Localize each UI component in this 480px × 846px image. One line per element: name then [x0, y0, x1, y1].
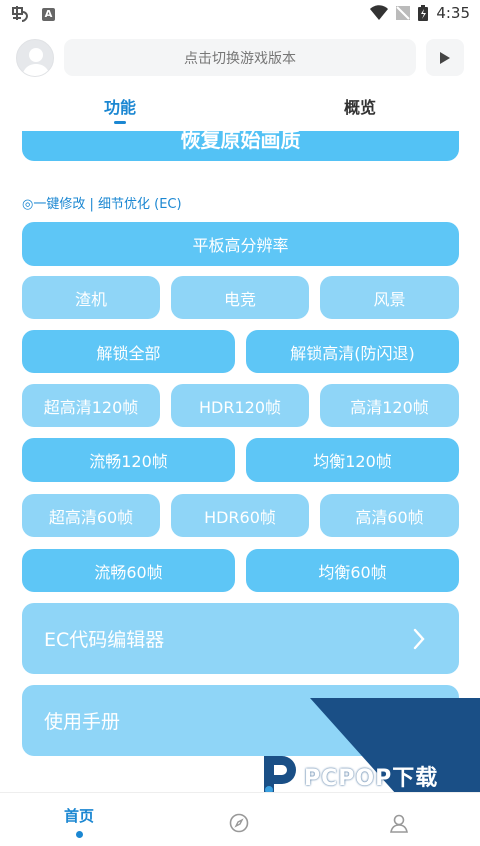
esports-button[interactable]: 电竞	[171, 276, 309, 319]
status-bar: A 4:35	[0, 0, 480, 28]
status-time: 4:35	[436, 4, 470, 22]
nav-home[interactable]: 首页	[64, 805, 94, 826]
main-content[interactable]: 恢复原始画质 ◎一键修改 | 细节优化 (EC) 平板高分辨率 渣机 电竞 风景…	[0, 131, 480, 791]
battery-charging-icon	[418, 5, 429, 21]
status-left: A	[10, 4, 55, 24]
balanced60-button[interactable]: 均衡60帧	[246, 549, 459, 592]
user-avatar-icon	[22, 48, 50, 76]
scum-button[interactable]: 渣机	[22, 276, 160, 319]
unlock-all-button[interactable]: 解锁全部	[22, 330, 235, 373]
hd120-button[interactable]: 高清120帧	[320, 384, 459, 427]
smooth120-button[interactable]: 流畅120帧	[22, 438, 235, 482]
wifi-icon	[370, 5, 389, 20]
ec-editor-card[interactable]: EC代码编辑器	[22, 603, 459, 674]
chevron-right-icon	[413, 628, 425, 649]
tab-function[interactable]: 功能	[104, 94, 136, 118]
tab-indicator	[114, 121, 126, 124]
version-switch-label: 点击切换游戏版本	[184, 50, 296, 67]
uhd120-button[interactable]: 超高清120帧	[22, 384, 160, 427]
play-button[interactable]	[426, 39, 464, 76]
nav-home-indicator	[76, 831, 83, 838]
tablet-hires-button[interactable]: 平板高分辨率	[22, 222, 459, 266]
smooth60-button[interactable]: 流畅60帧	[22, 549, 235, 592]
avatar[interactable]	[16, 39, 54, 77]
ec-editor-label: EC代码编辑器	[44, 629, 165, 651]
no-signal-icon	[396, 6, 411, 20]
scenery-button[interactable]: 风景	[320, 276, 459, 319]
compass-icon[interactable]	[229, 813, 249, 833]
app-notification-icon	[10, 4, 30, 24]
section-title: ◎一键修改 | 细节优化 (EC)	[22, 197, 182, 212]
uhd60-button[interactable]: 超高清60帧	[22, 494, 160, 537]
restore-quality-button[interactable]: 恢复原始画质	[22, 131, 459, 161]
hdr60-button[interactable]: HDR60帧	[171, 494, 309, 537]
status-right: 4:35	[370, 4, 470, 22]
a-notification-icon: A	[42, 7, 55, 21]
unlock-hd-button[interactable]: 解锁高清(防闪退)	[246, 330, 459, 373]
bottom-nav: 首页	[0, 792, 480, 846]
tab-overview[interactable]: 概览	[344, 94, 376, 118]
balanced120-button[interactable]: 均衡120帧	[246, 438, 459, 482]
profile-icon[interactable]	[389, 813, 409, 833]
hdr120-button[interactable]: HDR120帧	[171, 384, 309, 427]
version-switch-button[interactable]: 点击切换游戏版本	[64, 39, 416, 76]
play-icon	[440, 51, 450, 64]
manual-label: 使用手册	[44, 711, 121, 733]
hd60-button[interactable]: 高清60帧	[320, 494, 459, 537]
